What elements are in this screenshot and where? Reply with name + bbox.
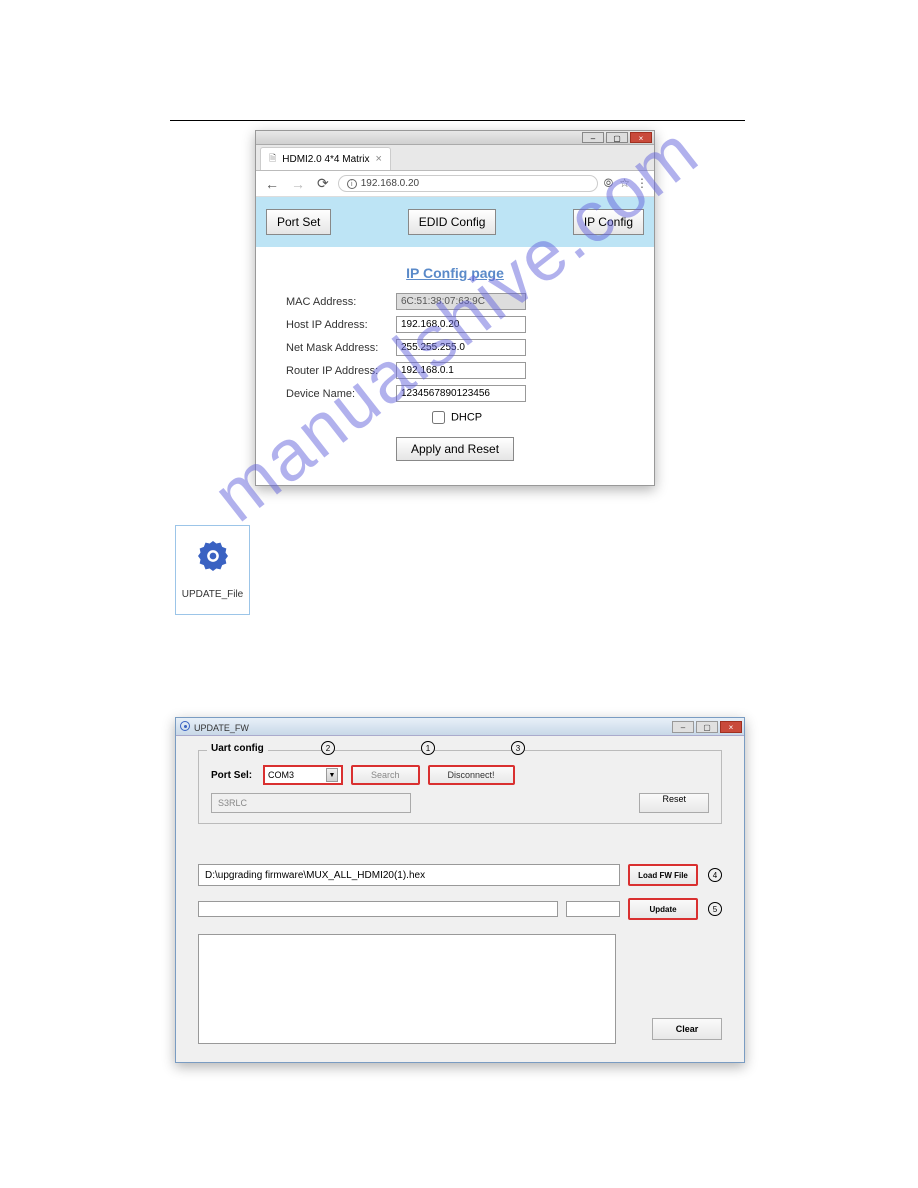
translate-icon[interactable]: ⦾ [604,176,614,191]
progress-bar [198,901,558,917]
device-name-input[interactable] [396,385,526,402]
apply-reset-button[interactable]: Apply and Reset [396,437,514,461]
browser-window: – ▢ × 🗎 HDMI2.0 4*4 Matrix × ← → ⟳ i 192… [255,130,655,486]
ip-config-button[interactable]: IP Config [573,209,644,235]
callout-2: 2 [321,741,335,755]
update-file-icon[interactable]: UPDATE_File [175,525,250,615]
callout-1: 1 [421,741,435,755]
router-ip-label: Router IP Address: [286,365,396,377]
port-sel-value: COM3 [268,770,294,780]
site-info-icon: i [347,179,357,189]
uart-config-group: Uart config Port Sel: COM3 ▼ Search Disc… [198,750,722,824]
window-titlebar: – ▢ × [256,131,654,145]
router-ip-input[interactable] [396,362,526,379]
url-input[interactable]: i 192.168.0.20 [338,175,598,192]
host-ip-label: Host IP Address: [286,319,396,331]
dhcp-checkbox[interactable] [432,411,445,424]
tab-strip: 🗎 HDMI2.0 4*4 Matrix × [256,145,654,171]
close-button[interactable]: × [630,132,652,143]
horizontal-rule [170,120,745,121]
page-icon: 🗎 [269,151,276,167]
callout-3: 3 [511,741,525,755]
load-fw-button[interactable]: Load FW File [628,864,698,886]
device-name-label: Device Name: [286,388,396,400]
mac-input [396,293,526,310]
gear-icon [193,536,233,576]
app-icon [180,721,190,731]
browser-tab[interactable]: 🗎 HDMI2.0 4*4 Matrix × [260,147,391,170]
netmask-label: Net Mask Address: [286,342,396,354]
bookmark-icon[interactable]: ☆ [619,176,630,191]
search-button[interactable]: Search [351,765,420,785]
file-path-input[interactable]: D:\upgrading firmware\MUX_ALL_HDMI20(1).… [198,864,620,886]
page-heading: IP Config page [286,265,624,281]
reset-button[interactable]: Reset [639,793,709,813]
maximize-button[interactable]: ▢ [606,132,628,143]
callout-4: 4 [708,868,722,882]
update-button[interactable]: Update [628,898,698,920]
tab-close-icon[interactable]: × [376,153,382,165]
chevron-down-icon: ▼ [326,768,338,782]
page-content: Port Set EDID Config IP Config IP Config… [256,197,654,485]
dhcp-label: DHCP [451,411,482,423]
disconnect-button[interactable]: Disconnect! [428,765,515,785]
port-set-button[interactable]: Port Set [266,209,331,235]
nav-bar: Port Set EDID Config IP Config [256,197,654,247]
edid-config-button[interactable]: EDID Config [408,209,497,235]
url-text: 192.168.0.20 [361,178,419,189]
fw-minimize-button[interactable]: – [672,721,694,733]
log-textarea[interactable] [198,934,616,1044]
reload-button[interactable]: ⟳ [314,175,332,192]
fw-title-text: UPDATE_FW [194,723,249,733]
icon-label: UPDATE_File [176,589,249,600]
forward-button[interactable]: → [288,176,308,192]
tab-title: HDMI2.0 4*4 Matrix [282,154,369,165]
port-sel-combo[interactable]: COM3 ▼ [263,765,343,785]
address-bar: ← → ⟳ i 192.168.0.20 ⦾ ☆ ⋮ [256,171,654,197]
fw-titlebar: UPDATE_FW – ▢ × [176,718,744,736]
menu-icon[interactable]: ⋮ [636,176,648,191]
progress-value [566,901,620,917]
host-ip-input[interactable] [396,316,526,333]
back-button[interactable]: ← [262,176,282,192]
clear-button[interactable]: Clear [652,1018,722,1040]
uart-legend: Uart config [207,743,268,754]
netmask-input[interactable] [396,339,526,356]
fw-close-button[interactable]: × [720,721,742,733]
port-sel-label: Port Sel: [211,770,255,781]
status-box: S3RLC [211,793,411,813]
minimize-button[interactable]: – [582,132,604,143]
update-fw-window: UPDATE_FW – ▢ × Uart config Port Sel: CO… [175,717,745,1063]
fw-maximize-button[interactable]: ▢ [696,721,718,733]
mac-label: MAC Address: [286,296,396,308]
callout-5: 5 [708,902,722,916]
